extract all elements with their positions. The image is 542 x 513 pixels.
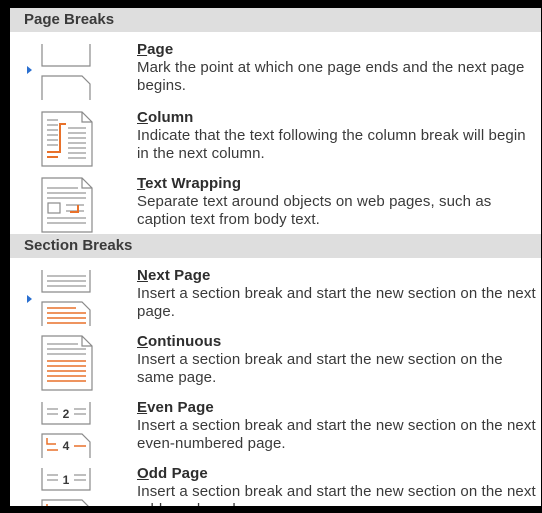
item-description: Insert a section break and start the new… [137,351,503,386]
icon-number: 4 [63,439,70,453]
item-title: Next Page [137,267,211,284]
item-title: Odd Page [137,465,208,482]
item-description: Insert a section break and start the new… [137,417,536,452]
item-description: Mark the point at which one page ends an… [137,59,525,94]
item-title: Even Page [137,399,214,416]
item-description: Insert a section break and start the new… [137,483,536,506]
item-title: Page [137,41,174,58]
breaks-menu: Page Breaks Page Mark the point at which… [10,8,541,506]
icon-number: 1 [63,473,70,487]
menu-item-text-wrapping[interactable]: Text Wrapping Separate text around objec… [10,172,541,238]
selected-marker-icon [27,66,32,74]
item-description: Insert a section break and start the new… [137,285,536,320]
item-title: Text Wrapping [137,175,242,192]
section-header-page-breaks: Page Breaks [10,8,541,32]
column-break-icon [36,110,98,170]
menu-item-odd-page[interactable]: 1 3 Odd Page Insert a section break and … [10,462,541,506]
menu-item-column-break[interactable]: Column Indicate that the text following … [10,106,541,172]
item-title: Continuous [137,333,222,350]
next-page-section-icon [36,268,98,328]
menu-item-page-break[interactable]: Page Mark the point at which one page en… [10,38,541,104]
item-description: Indicate that the text following the col… [137,127,526,162]
icon-number: 2 [63,407,70,421]
page-break-icon [36,42,98,102]
continuous-section-icon [36,334,98,394]
item-title: Column [137,109,194,126]
even-page-section-icon: 2 4 [36,400,98,460]
selected-marker-icon [27,295,32,303]
icon-number: 3 [63,505,70,506]
menu-item-next-page[interactable]: Next Page Insert a section break and sta… [10,264,541,330]
odd-page-section-icon: 1 3 [36,466,98,506]
section-header-section-breaks: Section Breaks [10,234,541,258]
menu-item-even-page[interactable]: 2 4 Even Page Insert a section break and… [10,396,541,462]
text-wrapping-icon [36,176,98,236]
item-description: Separate text around objects on web page… [137,193,492,228]
menu-item-continuous[interactable]: Continuous Insert a section break and st… [10,330,541,396]
